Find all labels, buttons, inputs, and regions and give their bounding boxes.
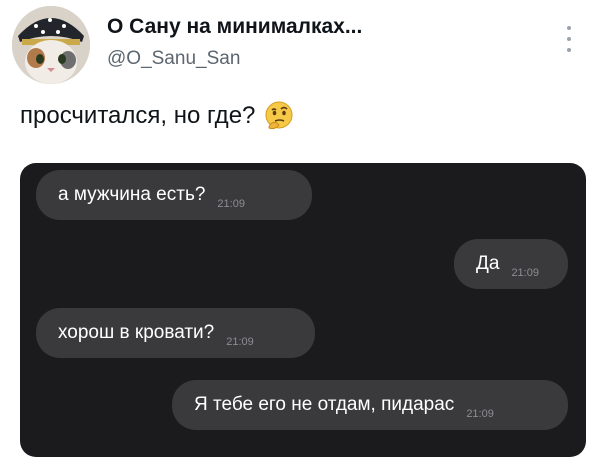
more-options-icon[interactable] bbox=[562, 26, 576, 52]
message-bubble-outgoing: Да 21:09 bbox=[454, 239, 568, 289]
message-bubble-incoming: хорош в кровати? 21:09 bbox=[36, 308, 315, 358]
message-text: Да bbox=[476, 253, 500, 274]
tweet-text-content: просчитался, но где? bbox=[20, 102, 256, 129]
tweet-text: просчитался, но где? bbox=[20, 100, 295, 132]
message-time: 21:09 bbox=[466, 408, 494, 420]
message-text: Я тебе его не отдам, пидарас bbox=[194, 394, 455, 415]
message-time: 21:09 bbox=[217, 198, 245, 210]
message-bubble-outgoing: Я тебе его не отдам, пидарас 21:09 bbox=[172, 380, 568, 430]
message-time: 21:09 bbox=[511, 267, 539, 279]
avatar[interactable] bbox=[12, 6, 90, 84]
display-name[interactable]: О Сану на минималках... bbox=[107, 15, 362, 39]
cat-avatar-icon bbox=[12, 6, 90, 84]
user-handle[interactable]: @O_Sanu_San bbox=[107, 48, 240, 70]
message-text: хорош в кровати? bbox=[58, 322, 215, 343]
message-time: 21:09 bbox=[226, 336, 254, 348]
message-bubble-incoming: а мужчина есть? 21:09 bbox=[36, 170, 312, 220]
chat-screenshot: а мужчина есть? 21:09 Да 21:09 хорош в к… bbox=[20, 163, 586, 457]
message-text: а мужчина есть? bbox=[58, 184, 206, 205]
thinking-face-icon bbox=[265, 101, 293, 130]
